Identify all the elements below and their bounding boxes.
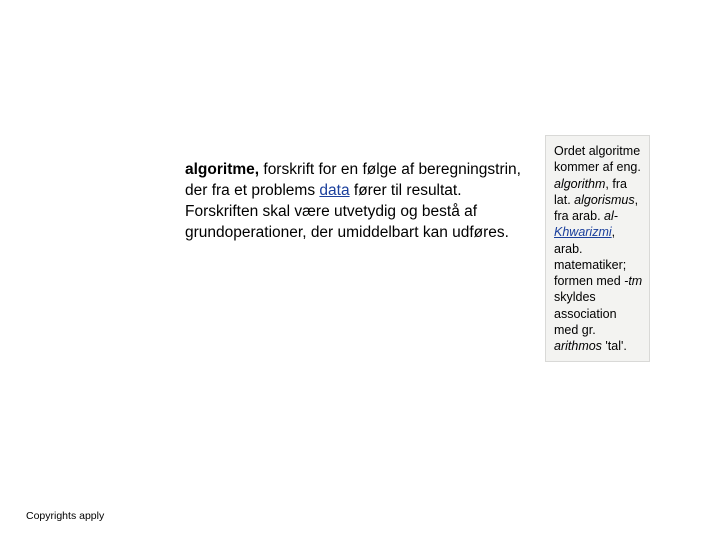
data-link[interactable]: data	[319, 182, 349, 199]
ety-i4: -tm	[624, 274, 642, 288]
ety-t1: Ordet algoritme kommer af eng.	[554, 144, 641, 174]
ety-i3: al-	[604, 209, 618, 223]
ety-t5: skyldes association med gr.	[554, 290, 617, 337]
main-column: algoritme, forskrift for en følge af ber…	[0, 160, 545, 244]
etymology-sidebar: Ordet algoritme kommer af eng. algorithm…	[545, 135, 650, 362]
content-area: algoritme, forskrift for en følge af ber…	[0, 160, 720, 362]
khwarizmi-link[interactable]: Khwarizmi	[554, 225, 612, 239]
definition-text: algoritme, forskrift for en følge af ber…	[185, 160, 525, 244]
ety-i1: algorithm	[554, 177, 605, 191]
copyright-footer: Copyrights apply	[26, 510, 104, 522]
headword: algoritme,	[185, 161, 259, 178]
ety-i5: arithmos	[554, 339, 602, 353]
ety-t6: 'tal'.	[602, 339, 627, 353]
ety-i2: algorismus	[574, 193, 634, 207]
khwarizmi-link-text: Khwarizmi	[554, 225, 612, 239]
